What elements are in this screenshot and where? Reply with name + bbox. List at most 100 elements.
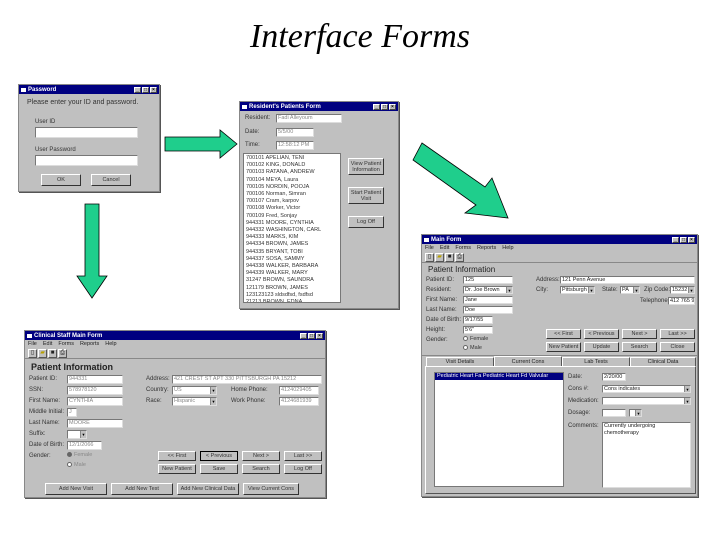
- cons-list-item-selected[interactable]: Pediatric Heart Fa Pediatric Heart Fd Va…: [435, 373, 563, 381]
- search-button[interactable]: Search: [242, 464, 280, 474]
- menu-reports[interactable]: Reports: [80, 341, 99, 347]
- maximize-icon[interactable]: □: [142, 86, 149, 93]
- patient-list-item[interactable]: 121179 BROWN, JAMES: [246, 285, 338, 292]
- patient-list-item[interactable]: 944335 BRYANT, TOBI: [246, 249, 338, 256]
- open-folder-icon[interactable]: ▰: [435, 253, 444, 262]
- gender-female-radio[interactable]: Female: [463, 336, 488, 342]
- view-current-cons-button[interactable]: View Current Cons: [243, 483, 299, 495]
- menu-file[interactable]: File: [28, 341, 37, 347]
- menu-forms[interactable]: Forms: [455, 245, 471, 251]
- patient-list-item[interactable]: 944337 SOSA, SAMMY: [246, 256, 338, 263]
- maximize-icon[interactable]: □: [680, 236, 687, 243]
- tab-visit-details[interactable]: Visit Details: [426, 357, 494, 366]
- zip-combo[interactable]: 15232 ▼: [670, 286, 695, 294]
- resident-field[interactable]: Fadi Alleyoum: [276, 114, 342, 123]
- dropdown-arrow-icon[interactable]: ▼: [684, 386, 690, 392]
- patient-list-item[interactable]: 700108 Worker, Victor: [246, 205, 338, 212]
- patient-list-item[interactable]: 700101 APELIAN, TENI: [246, 155, 338, 162]
- minimize-icon[interactable]: _: [373, 103, 380, 110]
- last-button[interactable]: Last >>: [284, 451, 322, 461]
- first-name-field[interactable]: CYNTHIA: [67, 397, 123, 406]
- dropdown-arrow-icon[interactable]: ▼: [80, 431, 86, 438]
- patient-list-item[interactable]: 21213 BROWN, EDNA: [246, 299, 338, 302]
- patient-list-item[interactable]: 944339 WALKER, MARY: [246, 270, 338, 277]
- tab-clinical-data[interactable]: Clinical Data: [630, 357, 696, 366]
- patient-list-item[interactable]: 700107 Cram, karpov: [246, 198, 338, 205]
- save-disk-icon[interactable]: ■: [445, 253, 454, 262]
- menu-help[interactable]: Help: [502, 245, 513, 251]
- race-combo[interactable]: Hispanic ▼: [172, 397, 217, 406]
- update-button[interactable]: Update: [584, 342, 619, 352]
- patient-list-item[interactable]: 944334 BROWN, JAMES: [246, 241, 338, 248]
- last-name-field[interactable]: MOORE: [67, 419, 123, 428]
- close-icon[interactable]: ×: [688, 236, 695, 243]
- dropdown-arrow-icon[interactable]: ▼: [688, 287, 694, 293]
- user-id-input[interactable]: [35, 127, 138, 138]
- next-button[interactable]: Next >: [622, 329, 657, 339]
- close-icon[interactable]: ×: [316, 332, 323, 339]
- patient-id-field[interactable]: 125: [463, 276, 513, 284]
- date-field[interactable]: 2/20/00: [602, 373, 626, 381]
- add-new-test-button[interactable]: Add New Test: [111, 483, 173, 495]
- gender-male-radio[interactable]: Male: [463, 345, 482, 351]
- menu-reports[interactable]: Reports: [477, 245, 496, 251]
- dropdown-arrow-icon[interactable]: ▼: [210, 398, 216, 405]
- minimize-icon[interactable]: _: [134, 86, 141, 93]
- ssn-field[interactable]: 578978120: [67, 386, 123, 395]
- last-name-field[interactable]: Doe: [463, 306, 513, 314]
- home-phone-field[interactable]: 4124029405: [279, 386, 319, 395]
- minimize-icon[interactable]: _: [300, 332, 307, 339]
- menu-edit[interactable]: Edit: [43, 341, 52, 347]
- patient-list-item[interactable]: 700102 KING, DONALD: [246, 162, 338, 169]
- dropdown-arrow-icon[interactable]: ▼: [684, 398, 690, 404]
- patient-list-item[interactable]: 944333 MARKS, KIM: [246, 234, 338, 241]
- state-combo[interactable]: PA ▼: [620, 286, 640, 294]
- dob-field[interactable]: 9/17/55: [463, 316, 493, 324]
- maximize-icon[interactable]: □: [308, 332, 315, 339]
- telephone-field[interactable]: 412 765 9575: [668, 297, 695, 305]
- patient-id-field[interactable]: 944331: [67, 375, 123, 384]
- start-visit-button[interactable]: Start Patient Visit: [348, 187, 384, 204]
- dropdown-arrow-icon[interactable]: ▼: [588, 287, 594, 293]
- patient-list-item[interactable]: 944332 WASHINGTON, CARL: [246, 227, 338, 234]
- close-icon[interactable]: ×: [150, 86, 157, 93]
- print-icon[interactable]: ⎙: [455, 253, 464, 262]
- minimize-icon[interactable]: _: [672, 236, 679, 243]
- cons-listbox[interactable]: Pediatric Heart Fa Pediatric Heart Fd Va…: [434, 372, 564, 487]
- add-new-clinical-data-button[interactable]: Add New Clinical Data: [177, 483, 239, 495]
- last-button[interactable]: Last >>: [660, 329, 695, 339]
- dropdown-arrow-icon[interactable]: ▼: [635, 410, 641, 416]
- close-icon[interactable]: ×: [389, 103, 396, 110]
- first-button[interactable]: << First: [158, 451, 196, 461]
- dosage-field[interactable]: [602, 409, 626, 417]
- address-field[interactable]: 121 Penn Avenue: [560, 276, 695, 284]
- search-button[interactable]: Search: [622, 342, 657, 352]
- city-combo[interactable]: Pittsburgh ▼: [560, 286, 595, 294]
- view-patient-button[interactable]: View Patient Information: [348, 158, 384, 175]
- gender-female-radio[interactable]: Female: [67, 452, 92, 458]
- menu-forms[interactable]: Forms: [58, 341, 74, 347]
- patient-list-item[interactable]: 700103 RATANA, ANDREW: [246, 169, 338, 176]
- dropdown-arrow-icon[interactable]: ▼: [633, 287, 639, 293]
- new-patient-button[interactable]: New Patient: [158, 464, 196, 474]
- height-field[interactable]: 5'6": [463, 326, 493, 334]
- dropdown-arrow-icon[interactable]: ▼: [210, 387, 216, 394]
- tab-lab-tests[interactable]: Lab Tests: [562, 357, 630, 366]
- open-folder-icon[interactable]: ▰: [38, 349, 47, 358]
- date-field[interactable]: 5/5/00: [276, 128, 314, 137]
- first-button[interactable]: << First: [546, 329, 581, 339]
- save-button[interactable]: Save: [200, 464, 238, 474]
- comments-textarea[interactable]: Currently undergoing chemotherapy: [602, 422, 691, 488]
- dob-field[interactable]: 12/1/2066: [67, 441, 102, 450]
- address-field[interactable]: 421 CREST ST APT 330 PITTSBURGH PA 15212: [172, 375, 322, 384]
- previous-button[interactable]: < Previous: [200, 451, 238, 461]
- next-button[interactable]: Next >: [242, 451, 280, 461]
- close-button[interactable]: Close: [660, 342, 695, 352]
- medication-combo[interactable]: ▼: [602, 397, 691, 405]
- patient-list-item[interactable]: 700109 Fred, Sonjay: [246, 213, 338, 220]
- print-icon[interactable]: ⎙: [58, 349, 67, 358]
- save-disk-icon[interactable]: ■: [48, 349, 57, 358]
- log-off-button[interactable]: Log Off: [284, 464, 322, 474]
- first-name-field[interactable]: Jane: [463, 296, 513, 304]
- menu-help[interactable]: Help: [105, 341, 116, 347]
